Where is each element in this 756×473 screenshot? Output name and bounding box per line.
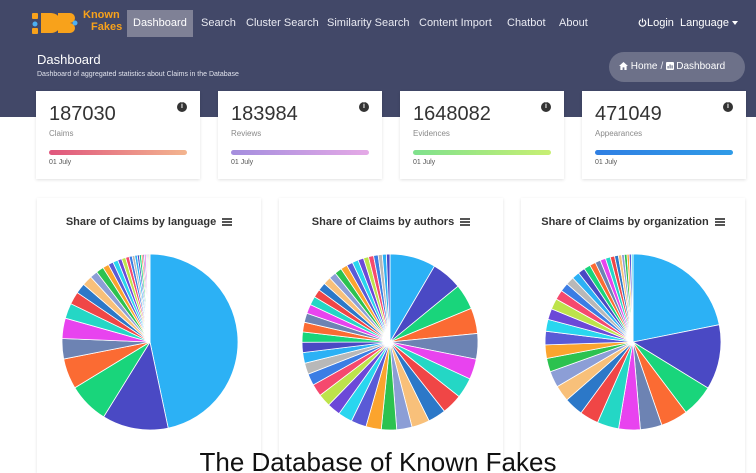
logo-text-line1: Known <box>83 9 120 21</box>
info-icon[interactable]: i <box>541 102 551 112</box>
stat-date: 01 July <box>413 159 436 166</box>
dashboard-icon <box>666 62 675 70</box>
stat-value: 1648082 <box>413 103 491 125</box>
stat-label: Evidences <box>413 129 450 138</box>
breadcrumb-separator: / <box>660 61 664 72</box>
stat-bar <box>49 150 187 155</box>
stat-label: Reviews <box>231 129 262 138</box>
stat-date: 01 July <box>231 159 254 166</box>
stat-date: 01 July <box>49 159 72 166</box>
stat-bar <box>413 150 551 155</box>
stat-value: 183984 <box>231 103 298 125</box>
breadcrumb: Home / Dashboard <box>609 52 745 82</box>
info-icon[interactable]: i <box>177 102 187 112</box>
nav-item-about[interactable]: About <box>553 10 594 37</box>
stat-card-appearances: 471049 Appearances i 01 July <box>582 91 746 179</box>
nav-item-dashboard[interactable]: Dashboard <box>127 10 193 37</box>
pie-chart <box>301 253 479 431</box>
pie-chart <box>544 253 722 431</box>
chart-card-organization: Share of Claims by organization <box>521 198 745 473</box>
login-link[interactable]: Login <box>638 10 674 37</box>
logo-mark <box>32 13 78 34</box>
page-title: Dashboard <box>37 52 101 67</box>
chart-card-language: Share of Claims by language <box>37 198 261 473</box>
language-label: Language <box>680 17 729 29</box>
pie-slice[interactable] <box>149 253 239 429</box>
stat-bar <box>231 150 369 155</box>
stat-label: Appearances <box>595 129 643 138</box>
stat-bar <box>595 150 733 155</box>
login-label: Login <box>647 17 674 29</box>
chart-card-authors: Share of Claims by authors <box>279 198 503 473</box>
stat-value: 471049 <box>595 103 662 125</box>
power-icon <box>638 18 647 27</box>
nav-item-content-import[interactable]: Content Import <box>413 10 498 37</box>
stat-card-claims: 187030 Claims i 01 July <box>36 91 200 179</box>
stat-label: Claims <box>49 129 74 138</box>
page-subtitle: Dashboard of aggregated statistics about… <box>37 71 239 78</box>
nav-item-chatbot[interactable]: Chatbot <box>501 10 552 37</box>
nav-item-similarity-search[interactable]: Similarity Search <box>321 10 416 37</box>
stat-card-evidences: 1648082 Evidences i 01 July <box>400 91 564 179</box>
info-icon[interactable]: i <box>723 102 733 112</box>
caret-down-icon <box>731 21 738 26</box>
caption: The Database of Known Fakes <box>199 447 557 473</box>
navbar: Known Fakes Dashboard Search Cluster Sea… <box>0 0 756 45</box>
nav-item-cluster-search[interactable]: Cluster Search <box>240 10 325 37</box>
stat-value: 187030 <box>49 103 116 125</box>
info-icon[interactable]: i <box>359 102 369 112</box>
language-dropdown[interactable]: Language <box>680 10 738 37</box>
home-icon <box>619 62 628 70</box>
logo-text-line2: Fakes <box>91 21 123 33</box>
stat-date: 01 July <box>595 159 618 166</box>
breadcrumb-current: Dashboard <box>676 61 726 72</box>
stat-card-reviews: 183984 Reviews i 01 July <box>218 91 382 179</box>
breadcrumb-home[interactable]: Home <box>631 61 658 72</box>
logo-text: Known Fakes <box>83 9 122 33</box>
pie-chart <box>61 253 239 431</box>
logo[interactable]: Known Fakes <box>32 8 122 38</box>
nav-item-search[interactable]: Search <box>195 10 242 37</box>
